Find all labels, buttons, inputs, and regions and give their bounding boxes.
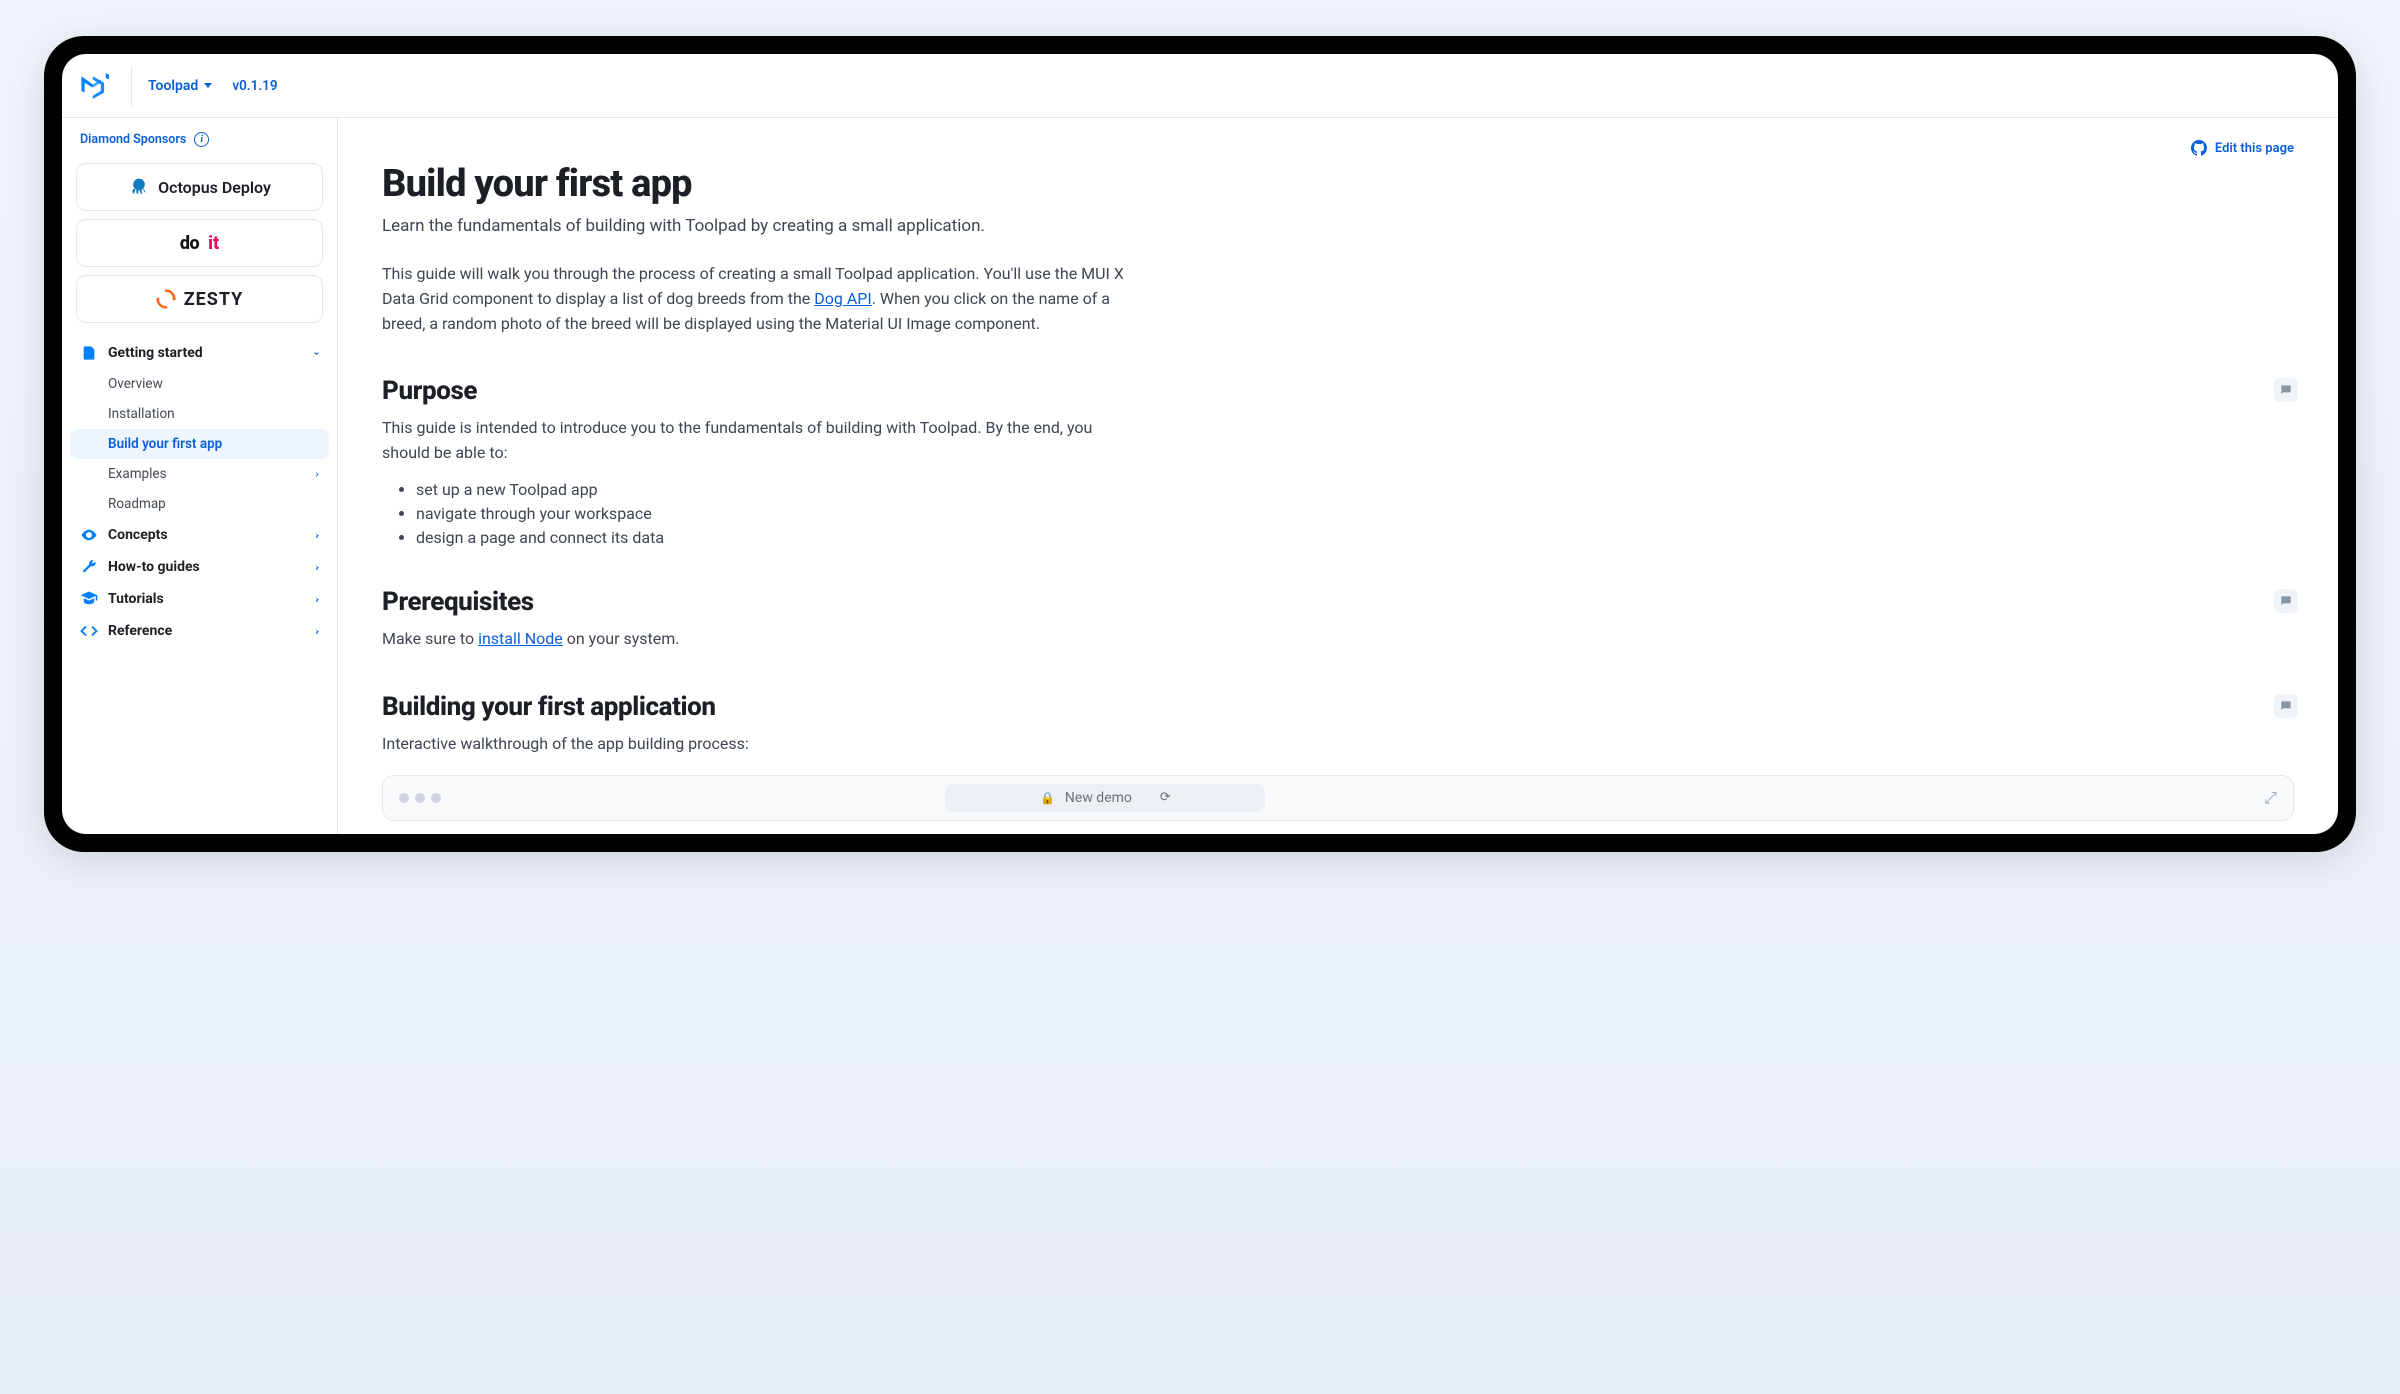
nav-label: Getting started <box>108 345 203 361</box>
main-content: Edit this page Build your first app Lear… <box>338 118 2338 834</box>
nav-sub-installation[interactable]: Installation <box>70 399 329 429</box>
feedback-icon <box>2279 699 2293 713</box>
nav-label: Tutorials <box>108 591 164 607</box>
address-bar[interactable]: 🔒 New demo ⟳ <box>945 784 1265 812</box>
sponsor-label: Octopus Deploy <box>158 178 271 197</box>
version-link[interactable]: v0.1.19 <box>232 78 277 94</box>
nav-tutorials[interactable]: Tutorials › <box>70 583 329 615</box>
octopus-icon <box>128 177 150 197</box>
nav: Getting started › Overview Installation … <box>62 331 337 647</box>
graduation-cap-icon <box>80 590 98 608</box>
zesty-icon <box>156 289 176 309</box>
dot-icon <box>399 793 409 803</box>
chevron-right-icon: › <box>315 625 319 637</box>
document-icon <box>80 344 98 362</box>
app-window: Toolpad v0.1.19 Diamond Sponsors i Octop… <box>62 54 2338 834</box>
nav-sub-overview[interactable]: Overview <box>70 369 329 399</box>
product-selector[interactable]: Toolpad <box>146 74 214 98</box>
purpose-text: This guide is intended to introduce you … <box>382 416 1142 466</box>
feedback-icon <box>2279 383 2293 397</box>
nav-sub-label: Examples <box>108 466 167 482</box>
chevron-down-icon: › <box>311 351 323 355</box>
dot-icon <box>431 793 441 803</box>
purpose-list: set up a new Toolpad app navigate throug… <box>382 480 2294 547</box>
feedback-button[interactable] <box>2274 589 2298 613</box>
install-node-link[interactable]: install Node <box>478 629 563 648</box>
reload-icon: ⟳ <box>1160 790 1171 805</box>
logo-container[interactable] <box>80 66 132 106</box>
chevron-right-icon: › <box>315 561 319 573</box>
github-icon <box>2191 140 2207 156</box>
sponsor-octopus[interactable]: Octopus Deploy <box>76 163 323 211</box>
product-name: Toolpad <box>148 78 198 94</box>
intro-paragraph: This guide will walk you through the pro… <box>382 262 1142 336</box>
nav-how-to[interactable]: How-to guides › <box>70 551 329 583</box>
dog-api-link[interactable]: Dog API <box>814 289 871 308</box>
info-icon: i <box>194 132 209 147</box>
sponsor-doit-a: do <box>180 233 199 254</box>
list-item: set up a new Toolpad app <box>416 480 2294 499</box>
feedback-button[interactable] <box>2274 378 2298 402</box>
nav-concepts[interactable]: Concepts › <box>70 519 329 551</box>
sidebar: Diamond Sponsors i Octopus Deploy doit <box>62 118 338 834</box>
dot-icon <box>415 793 425 803</box>
sponsor-doit[interactable]: doit <box>76 219 323 267</box>
sponsor-label: zesty <box>184 289 244 310</box>
page-subtitle: Learn the fundamentals of building with … <box>382 216 2294 236</box>
nav-reference[interactable]: Reference › <box>70 615 329 647</box>
nav-sub-label: Build your first app <box>108 436 222 452</box>
prereq-text: Make sure to install Node on your system… <box>382 627 1142 652</box>
nav-sub-label: Roadmap <box>108 496 166 512</box>
edit-label: Edit this page <box>2215 141 2294 156</box>
list-item: navigate through your workspace <box>416 504 2294 523</box>
list-item: design a page and connect its data <box>416 528 2294 547</box>
nav-label: Reference <box>108 623 172 639</box>
demo-browser-chrome: 🔒 New demo ⟳ ⤢ <box>382 775 2294 821</box>
lock-icon: 🔒 <box>1040 791 1055 805</box>
address-text: New demo <box>1065 790 1132 806</box>
device-frame: Toolpad v0.1.19 Diamond Sponsors i Octop… <box>44 36 2356 852</box>
nav-sub-roadmap[interactable]: Roadmap <box>70 489 329 519</box>
nav-label: How-to guides <box>108 559 200 575</box>
nav-sub-build-first-app[interactable]: Build your first app <box>70 429 329 459</box>
window-controls <box>399 793 441 803</box>
sponsor-doit-b: it <box>208 233 219 254</box>
sponsors-label: Diamond Sponsors <box>80 132 186 147</box>
wrench-icon <box>80 558 98 576</box>
caret-down-icon <box>204 83 212 88</box>
chevron-right-icon: › <box>315 468 319 480</box>
heading-purpose: Purpose <box>382 376 2294 406</box>
nav-sub-label: Installation <box>108 406 175 422</box>
feedback-button[interactable] <box>2274 694 2298 718</box>
heading-building: Building your first application <box>382 692 2294 722</box>
topbar: Toolpad v0.1.19 <box>62 54 2338 118</box>
chevron-right-icon: › <box>315 529 319 541</box>
mui-logo-icon <box>80 73 112 99</box>
sponsor-zesty[interactable]: zesty <box>76 275 323 323</box>
edit-page-link[interactable]: Edit this page <box>2191 140 2294 156</box>
building-text: Interactive walkthrough of the app build… <box>382 732 1142 757</box>
eye-icon <box>80 526 98 544</box>
code-icon <box>80 622 98 640</box>
nav-getting-started[interactable]: Getting started › <box>70 337 329 369</box>
nav-label: Concepts <box>108 527 168 543</box>
sponsors-heading[interactable]: Diamond Sponsors i <box>62 118 337 155</box>
chevron-right-icon: › <box>315 593 319 605</box>
nav-sub-examples[interactable]: Examples › <box>70 459 329 489</box>
expand-button[interactable]: ⤢ <box>2264 788 2277 808</box>
heading-prerequisites: Prerequisites <box>382 587 2294 617</box>
nav-sub-label: Overview <box>108 376 163 392</box>
feedback-icon <box>2279 594 2293 608</box>
page-title: Build your first app <box>382 162 2294 206</box>
